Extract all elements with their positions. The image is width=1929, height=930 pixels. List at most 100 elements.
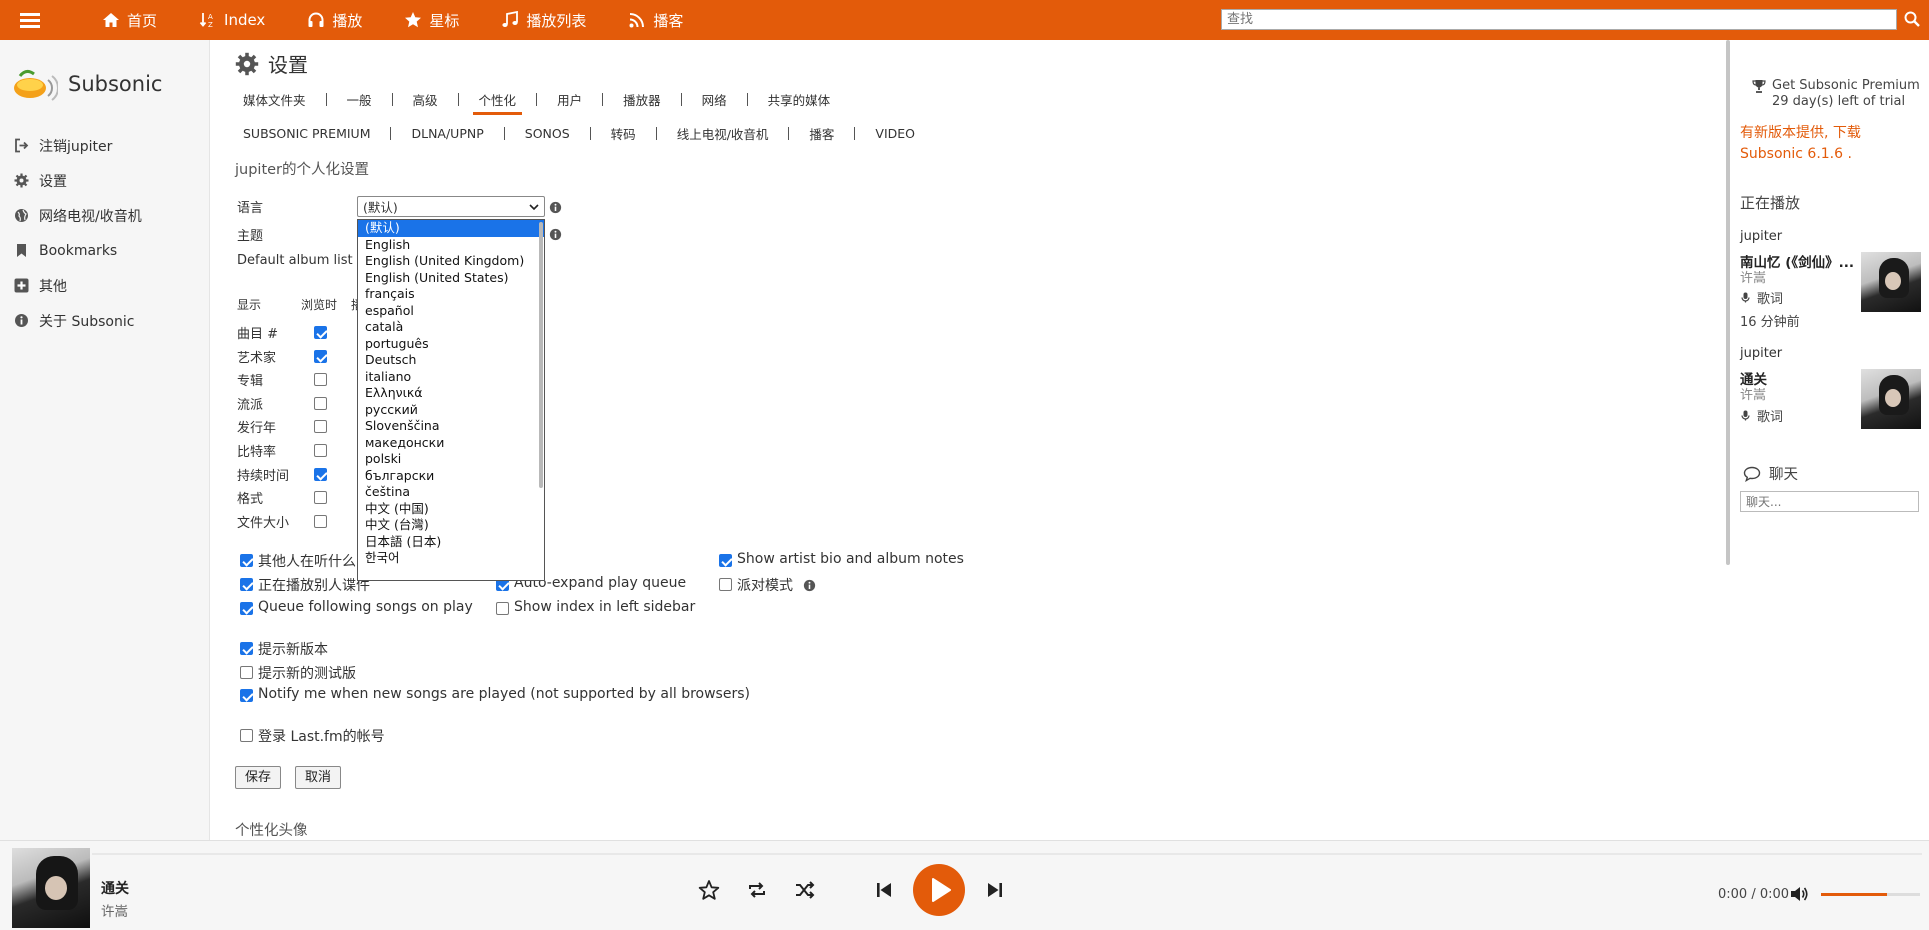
nav-home[interactable]: 首页 [60,0,178,40]
party-mode-checkbox[interactable] [719,578,732,591]
sidebar-item-other[interactable]: 其他 [14,268,142,303]
nav-play[interactable]: 播放 [286,0,383,40]
language-dropdown-list[interactable]: (默认) English English (United Kingdom) Engli… [357,219,545,581]
sidebar-item-about[interactable]: 关于 Subsonic [14,303,142,338]
language-option[interactable]: italiano [358,369,544,386]
language-option[interactable]: français [358,286,544,303]
volume-icon[interactable] [1789,885,1809,903]
language-option[interactable]: Ελληνικά [358,385,544,402]
info-icon[interactable] [549,200,562,214]
tab-players[interactable]: 播放器 [615,90,669,109]
nav-index[interactable]: AZ Index [178,0,286,40]
info-icon[interactable] [549,227,562,241]
language-option[interactable]: português [358,336,544,353]
column-browse-checkbox[interactable] [314,373,327,386]
column-browse-checkbox[interactable] [314,444,327,457]
language-option[interactable]: 中文 (中国) [358,501,544,518]
nav-playlists[interactable]: 播放列表 [480,0,607,40]
tab-personal[interactable]: 个性化 [471,90,525,115]
tab-general[interactable]: 一般 [339,90,380,109]
show-artist-bio-checkbox[interactable] [719,554,732,567]
language-option[interactable]: čeština [358,484,544,501]
now-playing-lyrics-link[interactable]: 歌词 [1740,288,1783,307]
now-playing-cover[interactable] [1861,369,1921,429]
language-option[interactable]: English (United States) [358,270,544,287]
premium-promo[interactable]: Get Subsonic Premium 29 day(s) left of t… [1752,78,1920,110]
sidebar-item-bookmarks[interactable]: Bookmarks [14,233,142,268]
language-select[interactable]: (默认) [357,196,545,217]
info-icon[interactable] [803,578,816,592]
dropdown-scrollbar[interactable] [539,222,543,488]
tab-premium[interactable]: SUBSONIC PREMIUM [235,126,378,141]
column-browse-checkbox[interactable] [314,468,327,481]
nav-starred[interactable]: 星标 [383,0,480,40]
queue-following-songs-checkbox[interactable] [240,602,253,615]
language-option[interactable]: polski [358,451,544,468]
now-playing-others-checkbox[interactable] [240,578,253,591]
language-option[interactable]: English (United Kingdom) [358,253,544,270]
language-option[interactable]: 中文 (台灣) [358,517,544,534]
language-option[interactable]: 한국어 [358,550,544,567]
language-option[interactable]: Deutsch [358,352,544,369]
now-playing-artist[interactable]: 许嵩 [1740,384,1766,403]
player-artist[interactable]: 许嵩 [101,900,128,920]
lastfm-login-checkbox[interactable] [240,729,253,742]
tab-shared-media[interactable]: 共享的媒体 [760,90,839,109]
language-option[interactable]: македонски [358,435,544,452]
sidebar-item-settings[interactable]: 设置 [14,163,142,198]
tab-users[interactable]: 用户 [549,90,590,109]
subsonic-logo[interactable]: Subsonic [12,66,162,102]
notify-new-version-checkbox[interactable] [240,642,253,655]
tab-internet-radio[interactable]: 线上电视/收音机 [669,124,777,143]
column-browse-checkbox[interactable] [314,326,327,339]
notify-beta-checkbox[interactable] [240,666,253,679]
hamburger-menu-icon[interactable] [0,0,60,40]
repeat-icon[interactable] [746,879,768,901]
update-available-link[interactable]: 有新版本提供, 下载 Subsonic 6.1.6 . [1740,123,1920,165]
tab-transcoding[interactable]: 转码 [603,124,644,143]
nav-podcast[interactable]: 播客 [607,0,704,40]
language-option[interactable]: (默认) [358,220,544,237]
show-index-sidebar-checkbox[interactable] [496,602,509,615]
volume-slider[interactable] [1821,893,1920,896]
language-option[interactable]: English [358,237,544,254]
tab-network[interactable]: 网络 [694,90,735,109]
star-icon[interactable] [698,879,720,901]
sidebar-item-logout[interactable]: 注销jupiter [14,128,142,163]
main-scrollbar[interactable] [1726,40,1730,565]
previous-track-icon[interactable] [873,879,895,901]
tab-podcast[interactable]: 播客 [801,124,842,143]
player-album-cover[interactable] [12,848,90,928]
notify-new-songs-checkbox[interactable] [240,689,253,702]
language-option[interactable]: español [358,303,544,320]
column-browse-checkbox[interactable] [314,420,327,433]
now-playing-artist[interactable]: 许嵩 [1740,267,1766,286]
others-listening-checkbox[interactable] [240,554,253,567]
next-track-icon[interactable] [984,879,1006,901]
playback-progress-bar[interactable] [92,853,1922,855]
search-icon[interactable] [1903,10,1921,28]
shuffle-icon[interactable] [794,879,816,901]
cancel-button[interactable]: 取消 [295,766,342,789]
tab-advanced[interactable]: 高级 [405,90,446,109]
search-input[interactable] [1221,9,1897,30]
column-browse-checkbox[interactable] [314,491,327,504]
sidebar-item-radio[interactable]: 网络电视/收音机 [14,198,142,233]
language-option[interactable]: Slovenščina [358,418,544,435]
player-song-title[interactable]: 通关 [101,878,129,898]
now-playing-lyrics-link[interactable]: 歌词 [1740,406,1783,425]
language-option[interactable]: 日本語 (日本) [358,534,544,551]
tab-dlna[interactable]: DLNA/UPNP [403,126,491,141]
column-browse-checkbox[interactable] [314,515,327,528]
save-button[interactable]: 保存 [235,766,282,789]
tab-sonos[interactable]: SONOS [517,126,578,141]
language-option[interactable]: български [358,468,544,485]
tab-media-folders[interactable]: 媒体文件夹 [235,90,314,109]
language-option[interactable]: català [358,319,544,336]
column-browse-checkbox[interactable] [314,350,327,363]
language-option[interactable]: русский [358,402,544,419]
now-playing-cover[interactable] [1861,252,1921,312]
column-browse-checkbox[interactable] [314,397,327,410]
chat-input[interactable] [1740,491,1919,512]
play-button[interactable] [913,864,965,916]
